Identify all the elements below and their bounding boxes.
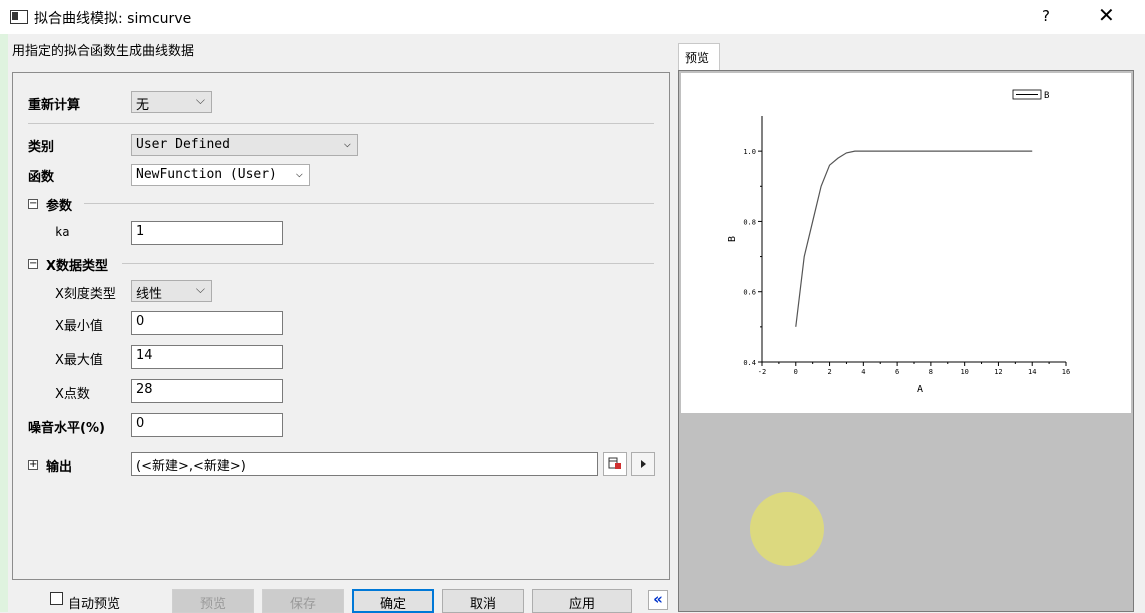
- ka-input[interactable]: 1: [131, 221, 283, 245]
- xdata-group-label: X数据类型: [46, 259, 109, 274]
- y-tick-label: 1.0: [743, 148, 756, 156]
- category-value: User Defined: [136, 137, 230, 152]
- function-value: NewFunction (User): [136, 167, 277, 182]
- x-tick-label: 8: [929, 368, 933, 376]
- y-axis-label: B: [727, 236, 738, 242]
- ka-label: ka: [55, 225, 70, 239]
- x-tick-label: 14: [1028, 368, 1036, 376]
- x-tick-label: 4: [861, 368, 865, 376]
- noise-input[interactable]: 0: [131, 413, 283, 437]
- x-axis-label: A: [917, 384, 923, 395]
- recalc-dropdown[interactable]: 无 ⌵: [131, 91, 212, 113]
- auto-preview-label: 自动预览: [68, 597, 121, 612]
- output-input[interactable]: (<新建>,<新建>): [131, 452, 598, 476]
- x-tick-label: 0: [794, 368, 798, 376]
- chevron-down-icon: ⌵: [195, 282, 205, 296]
- divider: [122, 263, 654, 264]
- apply-button[interactable]: 应用: [532, 589, 632, 613]
- collapse-panel-button[interactable]: «: [648, 590, 668, 610]
- arrow-right-icon: [641, 460, 646, 468]
- legend-label: B: [1044, 91, 1049, 101]
- function-dropdown[interactable]: NewFunction (User) ⌵: [131, 164, 310, 186]
- output-label: 输出: [46, 460, 73, 475]
- plot-area: -2 0 2 4 6 8 10 12 14 16 0.4 0.6 0.8 1.0 A B B: [681, 73, 1131, 413]
- xpoints-label: X点数: [55, 387, 90, 402]
- window-title: 拟合曲线模拟: simcurve: [34, 11, 192, 27]
- x-tick-label: 12: [994, 368, 1002, 376]
- xpoints-input[interactable]: 28: [131, 379, 283, 403]
- window-icon: [10, 10, 28, 24]
- dialog-description: 用指定的拟合函数生成曲线数据: [12, 44, 195, 59]
- function-label: 函数: [28, 170, 55, 185]
- table-icon: [608, 457, 621, 469]
- category-dropdown[interactable]: User Defined ⌵: [131, 134, 358, 156]
- divider: [84, 203, 654, 204]
- background-strip: [0, 34, 8, 612]
- params-collapse-toggle[interactable]: −: [28, 199, 38, 209]
- help-button[interactable]: ?: [1042, 7, 1050, 25]
- noise-label: 噪音水平(%): [28, 421, 105, 436]
- tab-preview[interactable]: 预览: [678, 43, 720, 71]
- chevron-down-icon: ⌵: [295, 166, 303, 180]
- output-menu-button[interactable]: [631, 452, 655, 476]
- line-chart: -2 0 2 4 6 8 10 12 14 16 0.4 0.6 0.8 1.0 A B B: [727, 89, 1070, 395]
- xmin-label: X最小值: [55, 319, 103, 334]
- recalc-value: 无: [136, 98, 150, 113]
- output-browse-button[interactable]: [603, 452, 627, 476]
- xscale-value: 线性: [136, 287, 163, 302]
- y-tick-label: 0.6: [743, 289, 756, 297]
- save-button[interactable]: 保存: [262, 589, 344, 613]
- preview-button[interactable]: 预览: [172, 589, 254, 613]
- output-expand-toggle[interactable]: +: [28, 460, 38, 470]
- auto-preview-checkbox[interactable]: [50, 592, 63, 605]
- chevron-down-icon: ⌵: [195, 93, 205, 107]
- preview-circle: [750, 492, 824, 566]
- y-tick-label: 0.4: [743, 359, 756, 367]
- xmin-input[interactable]: 0: [131, 311, 283, 335]
- x-tick-label: 2: [827, 368, 831, 376]
- cancel-button[interactable]: 取消: [442, 589, 524, 613]
- ok-button[interactable]: 确定: [352, 589, 434, 613]
- xscale-label: X刻度类型: [55, 287, 116, 302]
- recalc-label: 重新计算: [28, 98, 81, 113]
- x-tick-label: -2: [758, 368, 766, 376]
- xmax-label: X最大值: [55, 353, 103, 368]
- chevron-down-icon: ⌵: [343, 136, 351, 150]
- series-line-B: [795, 150, 1033, 327]
- xmax-input[interactable]: 14: [131, 345, 283, 369]
- category-label: 类别: [28, 140, 55, 155]
- close-button[interactable]: ✕: [1098, 3, 1115, 27]
- x-tick-label: 10: [960, 368, 968, 376]
- y-tick-label: 0.8: [743, 218, 756, 226]
- title-bar: 拟合曲线模拟: simcurve ? ✕: [0, 0, 1145, 34]
- xdata-collapse-toggle[interactable]: −: [28, 259, 38, 269]
- x-tick-label: 16: [1062, 368, 1070, 376]
- divider: [28, 123, 654, 124]
- x-tick-label: 6: [895, 368, 899, 376]
- params-group-label: 参数: [46, 199, 73, 214]
- xscale-dropdown[interactable]: 线性 ⌵: [131, 280, 212, 302]
